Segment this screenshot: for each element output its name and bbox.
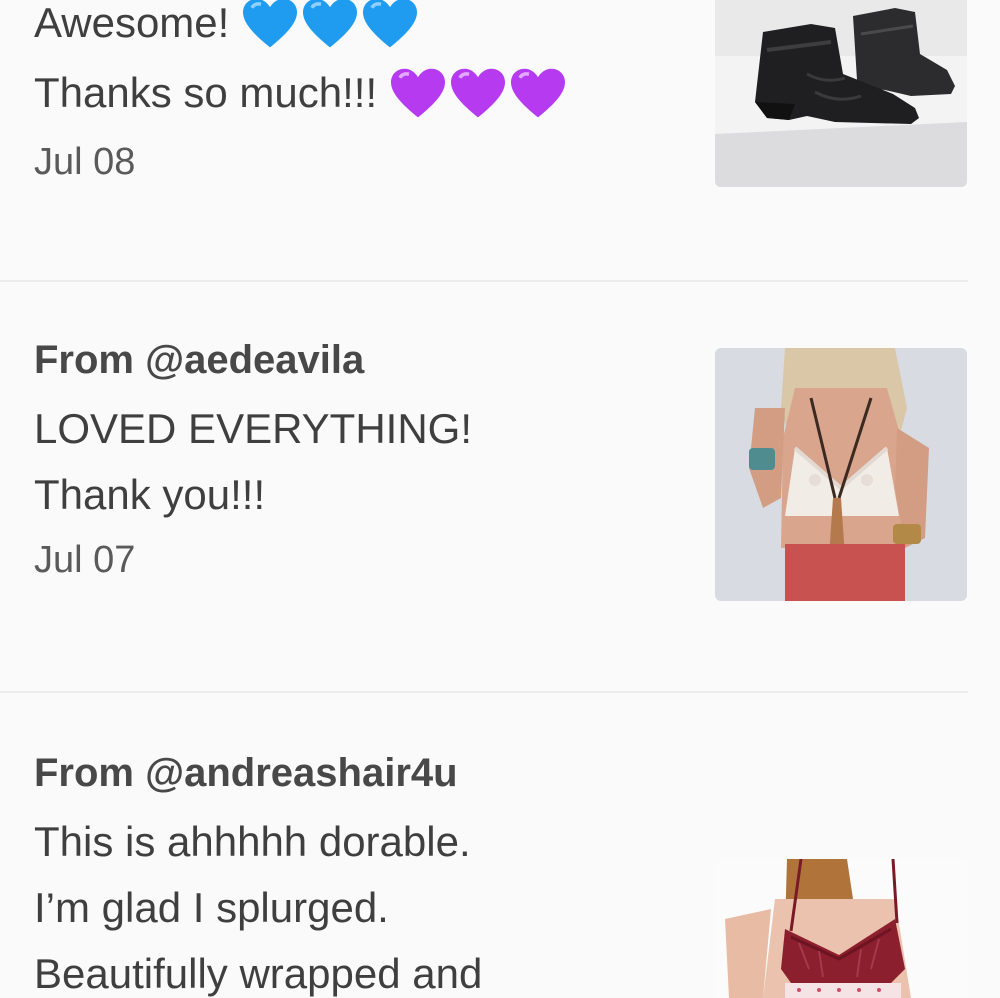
note-text-block: From @aedeavila LOVED EVERYTHING! Thank …: [34, 336, 684, 584]
blue-heart-icon: [303, 0, 358, 48]
note-date: Jul 08: [34, 141, 136, 183]
blue-hearts-emoji: [241, 0, 421, 54]
white-lace-bralette-photo: [715, 348, 967, 601]
note-text-block: From @andreashair4u This is ahhhhh dorab…: [34, 749, 684, 998]
note-sender: From @andreashair4u: [34, 751, 458, 795]
purple-hearts-emoji: [389, 58, 569, 124]
listing-thumbnail[interactable]: [715, 859, 967, 998]
note-message-line: This is ahhhhh dorable.: [34, 818, 471, 865]
note-message-line: Thank you!!!: [34, 471, 266, 518]
note-sender: From @aedeavila: [34, 338, 365, 382]
listing-thumbnail[interactable]: [715, 0, 967, 187]
purple-heart-icon: [511, 68, 566, 118]
note-message-line: LOVED EVERYTHING!: [34, 405, 473, 452]
purple-heart-icon: [391, 68, 446, 118]
listing-thumbnail[interactable]: [715, 348, 967, 601]
note-message-line: Awesome!: [34, 0, 684, 60]
note-text-block: Awesome! Thanks so much!!! Jul 08: [34, 0, 684, 186]
note-date: Jul 07: [34, 539, 136, 581]
note-message-line: Thanks so much!!!: [34, 60, 684, 130]
blue-heart-icon: [363, 0, 418, 48]
love-note-item[interactable]: From @aedeavila LOVED EVERYTHING! Thank …: [0, 282, 1000, 692]
love-notes-feed: Awesome! Thanks so much!!! Jul 08 From @…: [0, 0, 1000, 998]
note-message-line: I’m glad I splurged.: [34, 884, 389, 931]
blue-heart-icon: [243, 0, 298, 48]
love-note-item[interactable]: From @andreashair4u This is ahhhhh dorab…: [0, 693, 1000, 998]
love-note-item[interactable]: Awesome! Thanks so much!!! Jul 08: [0, 0, 1000, 282]
black-wedge-ankle-boots-photo: [715, 0, 967, 187]
note-message-line: Beautifully wrapped and: [34, 950, 483, 997]
purple-heart-icon: [451, 68, 506, 118]
burgundy-lace-teddy-photo: [715, 859, 967, 998]
